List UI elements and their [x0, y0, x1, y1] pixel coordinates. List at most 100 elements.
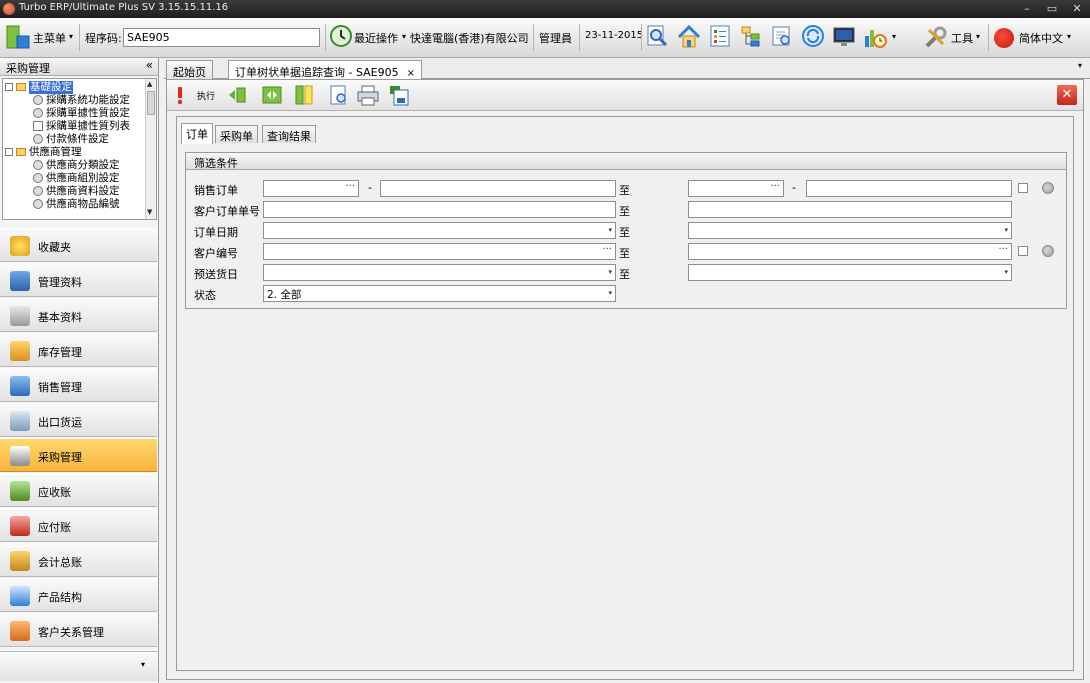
search-button[interactable] [645, 24, 671, 50]
maximize-button[interactable]: ▭ [1043, 1, 1061, 16]
export-button[interactable] [388, 84, 410, 106]
language-dropdown-icon[interactable]: ▾ [1067, 32, 1071, 41]
order-date-from-select[interactable]: ▾ [263, 222, 616, 239]
sales-order-to-field[interactable]: ··· [688, 180, 784, 197]
list-button[interactable] [708, 24, 734, 50]
sales-order-from-sub-field[interactable] [380, 180, 616, 197]
language-label[interactable]: 简体中文 [1019, 30, 1063, 46]
browse-icon[interactable]: ··· [998, 244, 1008, 255]
columns-button[interactable] [293, 84, 315, 106]
status-select[interactable]: 2. 全部 ▾ [263, 285, 616, 302]
tree-node[interactable]: 供應商資料設定 [3, 185, 146, 198]
delivery-date-from-select[interactable]: ▾ [263, 264, 616, 281]
browse-icon[interactable]: ··· [770, 181, 780, 192]
browse-icon[interactable]: ··· [602, 244, 612, 255]
report-button[interactable] [770, 24, 796, 50]
chart-timer-button[interactable] [862, 24, 888, 50]
main-menu-label[interactable]: 主菜单 [33, 30, 66, 46]
close-tab-icon[interactable]: × [407, 68, 415, 79]
recent-ops-label[interactable]: 最近操作 [354, 30, 398, 46]
dropdown-arrow-icon[interactable]: ▾ [608, 268, 612, 276]
tree-node[interactable]: 付款條件設定 [3, 133, 146, 146]
options-icon[interactable] [1042, 245, 1054, 257]
nav-basic-data[interactable]: 基本资料 [0, 298, 157, 332]
nav-product-structure[interactable]: 产品结构 [0, 578, 157, 612]
sales-order-checkbox[interactable] [1018, 183, 1028, 193]
tree-node-basic-settings[interactable]: 基礎設定 [3, 81, 146, 94]
nav-inventory[interactable]: 库存管理 [0, 333, 157, 367]
sales-order-to-sub-field[interactable] [806, 180, 1012, 197]
tree-collapse-icon[interactable] [5, 148, 13, 156]
tab-order[interactable]: 订单 [181, 123, 213, 144]
nav-receivables[interactable]: 应收账 [0, 473, 157, 507]
screen-button[interactable] [832, 24, 858, 50]
tools-label[interactable]: 工具 [951, 30, 973, 46]
nav-crm[interactable]: 客户关系管理 [0, 613, 157, 647]
dropdown-arrow-icon[interactable]: ▾ [608, 226, 612, 234]
recent-ops-dropdown-icon[interactable]: ▾ [402, 32, 406, 41]
recent-ops-button[interactable] [329, 24, 355, 50]
sales-order-from-field[interactable]: ··· [263, 180, 359, 197]
customer-code-checkbox[interactable] [1018, 246, 1028, 256]
execute-button[interactable] [175, 84, 185, 106]
collapse-sidebar-icon[interactable]: « [146, 58, 153, 72]
tree-scrollbar[interactable]: ▲ ▼ [145, 79, 156, 219]
tree-node[interactable]: 供應商物品編號 [3, 198, 146, 211]
nav-export-shipping[interactable]: 出口货运 [0, 403, 157, 437]
preview-button[interactable] [328, 84, 350, 106]
nav-payables[interactable]: 应付账 [0, 508, 157, 542]
tab-order-tracking[interactable]: 订单树状单据追踪查询 - SAE905 × [228, 60, 423, 80]
scroll-down-icon[interactable]: ▼ [147, 208, 152, 216]
customer-code-from-field[interactable]: ··· [263, 243, 616, 260]
customer-order-no-from-field[interactable] [263, 201, 616, 218]
scroll-thumb[interactable] [147, 91, 155, 115]
tools-button[interactable] [923, 24, 949, 50]
dropdown-arrow-icon[interactable]: ▾ [1004, 226, 1008, 234]
options-icon[interactable] [1042, 182, 1054, 194]
tree-node[interactable]: 供應商分類設定 [3, 159, 146, 172]
tree-button[interactable] [739, 24, 765, 50]
tree-node[interactable]: 採購單據性質列表 [3, 120, 146, 133]
scroll-up-icon[interactable]: ▲ [147, 80, 152, 88]
refresh-button[interactable] [801, 24, 827, 50]
main-menu-button[interactable] [6, 25, 30, 49]
main-menu-dropdown-icon[interactable]: ▾ [69, 32, 73, 41]
tree-node[interactable]: 採購系統功能設定 [3, 94, 146, 107]
home-button[interactable] [676, 24, 702, 50]
print-button[interactable] [356, 84, 379, 106]
browse-icon[interactable]: ··· [345, 181, 355, 192]
current-date: 23-11-2015 [585, 30, 644, 41]
anchor-icon [10, 411, 30, 431]
nav-sales[interactable]: 销售管理 [0, 368, 157, 402]
tab-query-results[interactable]: 查询结果 [262, 125, 316, 143]
execute-label[interactable]: 执行 [197, 89, 215, 102]
close-window-button[interactable]: ✕ [1068, 1, 1086, 16]
tab-purchase-order[interactable]: 采购单 [215, 125, 258, 143]
tree-collapse-icon[interactable] [5, 83, 13, 91]
expand-button[interactable] [261, 84, 283, 106]
tab-start-page[interactable]: 起始页 [166, 60, 213, 79]
nav-more-icon[interactable]: ▾ [141, 660, 145, 669]
delivery-date-to-select[interactable]: ▾ [688, 264, 1012, 281]
order-date-to-select[interactable]: ▾ [688, 222, 1012, 239]
tree-node[interactable]: 採購單據性質設定 [3, 107, 146, 120]
program-code-input[interactable] [123, 28, 320, 47]
china-flag-icon[interactable] [994, 28, 1014, 48]
nav-management-data[interactable]: 管理资料 [0, 263, 157, 297]
nav-general-ledger[interactable]: 会计总账 [0, 543, 157, 577]
nav-purchasing[interactable]: 采购管理 [0, 438, 157, 472]
chart-dropdown-icon[interactable]: ▾ [892, 32, 896, 41]
first-record-button[interactable] [225, 84, 247, 106]
nav-footer[interactable]: ▾ [0, 651, 157, 681]
tree-node-supplier-management[interactable]: 供應商管理 [3, 146, 146, 159]
customer-order-no-to-field[interactable] [688, 201, 1012, 218]
tree-node[interactable]: 供應商組別設定 [3, 172, 146, 185]
close-document-button[interactable]: ✕ [1057, 85, 1077, 105]
tabs-menu-icon[interactable]: ▾ [1078, 61, 1082, 70]
dropdown-arrow-icon[interactable]: ▾ [1004, 268, 1008, 276]
tools-dropdown-icon[interactable]: ▾ [976, 32, 980, 41]
nav-favorites[interactable]: 收藏夹 [0, 228, 157, 262]
dropdown-arrow-icon[interactable]: ▾ [608, 289, 612, 297]
customer-code-to-field[interactable]: ··· [688, 243, 1012, 260]
minimize-button[interactable]: – [1018, 1, 1036, 16]
